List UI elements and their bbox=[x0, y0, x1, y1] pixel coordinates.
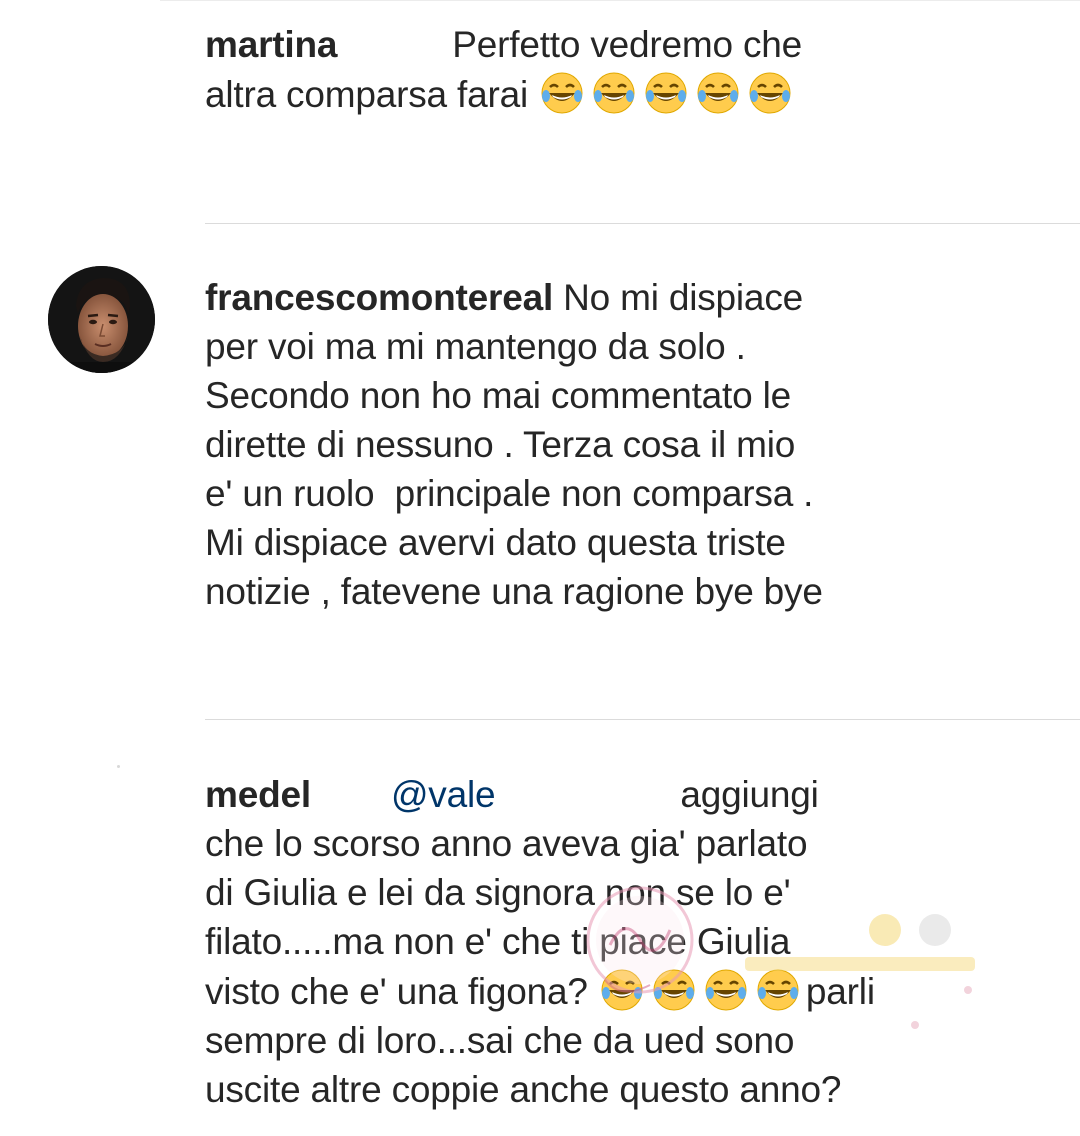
comment-line-2: altra comparsa farai bbox=[205, 69, 925, 119]
comment-line: filato.....ma non e' che ti piace Giulia bbox=[205, 921, 791, 962]
laughing-tears-emoji-icon bbox=[746, 69, 794, 117]
comment-line: di Giulia e lei da signora non se lo e' bbox=[205, 872, 791, 913]
laughing-tears-emoji-icon bbox=[702, 966, 750, 1014]
laughing-tears-emoji-icon bbox=[642, 69, 690, 117]
comment-text: No mi dispiace bbox=[563, 277, 803, 318]
dust-speck bbox=[117, 765, 120, 768]
comment-line-1: medel @vale aggiungi bbox=[205, 770, 925, 819]
comment-text: Perfetto vedremo che bbox=[452, 24, 803, 65]
comment-line: che lo scorso anno aveva gia' parlato bbox=[205, 823, 808, 864]
comment-text: parli bbox=[805, 971, 875, 1012]
laughing-tears-emoji-icon bbox=[590, 69, 638, 117]
comment-line-1: martina Perfetto vedremo che bbox=[205, 20, 925, 69]
comment-line: dirette di nessuno . Terza cosa il mio bbox=[205, 424, 796, 465]
comment-username[interactable]: medel bbox=[205, 774, 311, 815]
comment-text: aggiungi bbox=[680, 774, 819, 815]
comment-martina: martina Perfetto vedremo che altra compar… bbox=[205, 20, 925, 119]
comment-username[interactable]: martina bbox=[205, 24, 337, 65]
laughing-tears-emoji-icon bbox=[754, 966, 802, 1014]
emoji-group bbox=[598, 969, 806, 1012]
avatar[interactable] bbox=[48, 266, 155, 373]
comment-francescomontereal: francescomontereal No mi dispiace per vo… bbox=[205, 273, 925, 616]
laughing-tears-emoji-icon bbox=[650, 966, 698, 1014]
comment-medel: medel @vale aggiungi che lo scorso anno av… bbox=[205, 770, 925, 1114]
comment-line: Mi dispiace avervi dato questa triste bbox=[205, 522, 786, 563]
laughing-tears-emoji-icon bbox=[538, 69, 586, 117]
comment-divider bbox=[205, 223, 1080, 224]
comment-line: e' un ruolo principale non comparsa . bbox=[205, 473, 814, 514]
comment-line: sempre di loro...sai che da ued sono bbox=[205, 1020, 795, 1061]
comment-line: uscite altre coppie anche questo anno? bbox=[205, 1069, 842, 1110]
comment-line-1: francescomontereal No mi dispiace bbox=[205, 273, 925, 322]
comment-username[interactable]: francescomontereal bbox=[205, 277, 553, 318]
comment-line: per voi ma mi mantengo da solo . bbox=[205, 326, 746, 367]
comment-divider bbox=[205, 719, 1080, 720]
comment-line: Secondo non ho mai commentato le bbox=[205, 375, 791, 416]
mention-link[interactable]: @vale bbox=[391, 774, 496, 815]
comment-text: visto che e' una figona? bbox=[205, 971, 588, 1012]
comment-line: visto che e' una figona? parli bbox=[205, 966, 925, 1016]
profile-photo-icon bbox=[48, 266, 155, 373]
top-divider bbox=[160, 0, 1080, 1]
comment-line: notizie , fatevene una ragione bye bye bbox=[205, 571, 823, 612]
comment-text: altra comparsa farai bbox=[205, 74, 528, 115]
laughing-tears-emoji-icon bbox=[694, 69, 742, 117]
laughing-tears-emoji-icon bbox=[598, 966, 646, 1014]
emoji-group bbox=[538, 72, 798, 115]
